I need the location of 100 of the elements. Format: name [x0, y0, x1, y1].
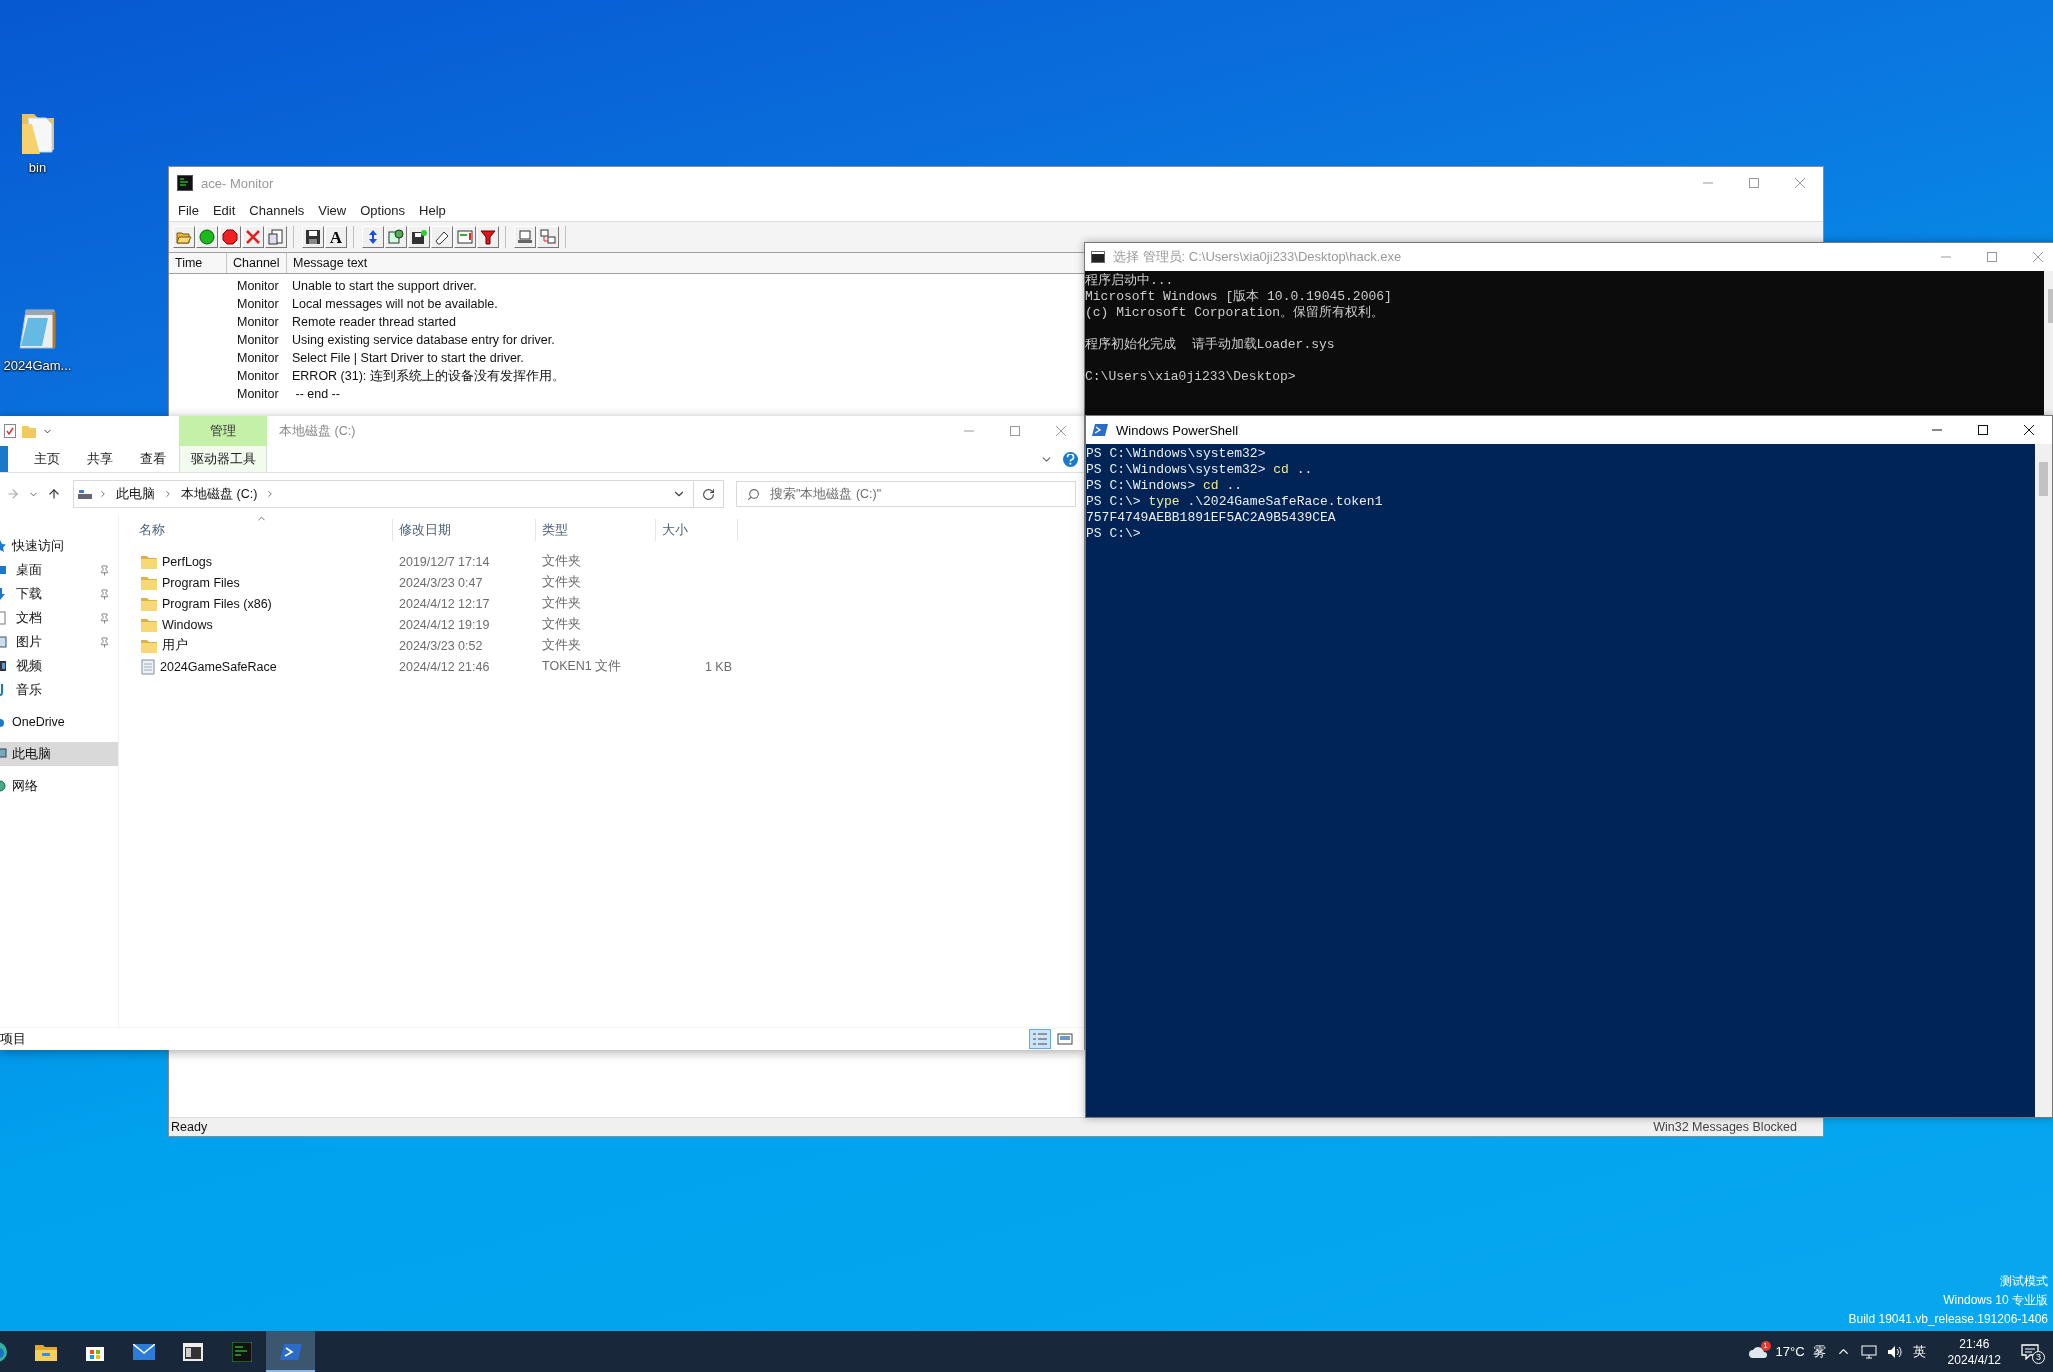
- clock[interactable]: 21:46 2024/4/12: [1943, 1335, 2005, 1368]
- nav-item[interactable]: 文档: [0, 606, 118, 630]
- autoscroll-button[interactable]: [362, 226, 384, 248]
- folder-icon: [141, 575, 157, 590]
- folder-icon: [141, 554, 157, 569]
- network-button[interactable]: [537, 226, 559, 248]
- message-cell-text: Using existing service database entry for driver.: [291, 333, 555, 347]
- window-title: ace- Monitor: [201, 175, 274, 191]
- details-view-button[interactable]: [1029, 1029, 1051, 1049]
- prompt-line: PS C:\Windows\system32>: [1086, 446, 1267, 462]
- test-mode-text: Build 19041.vb_release.191206-1406: [1848, 1311, 2048, 1328]
- file-name[interactable]: PerfLogs: [162, 554, 213, 569]
- nav-item[interactable]: 视频: [0, 654, 118, 678]
- save-button[interactable]: [302, 226, 324, 248]
- desktop-icon-label[interactable]: bin: [28, 160, 47, 175]
- save-log-button[interactable]: [408, 226, 430, 248]
- pin-icon: [99, 564, 110, 576]
- menu-item[interactable]: Options: [353, 200, 413, 220]
- ribbon-tab[interactable]: 主页: [20, 446, 73, 472]
- maximize-icon: [1987, 252, 1997, 262]
- file-name[interactable]: Program Files: [162, 575, 240, 590]
- powershell-taskbar-button[interactable]: [266, 1331, 315, 1372]
- nav-item[interactable]: 音乐: [0, 678, 118, 702]
- menu-item[interactable]: Help: [412, 200, 453, 220]
- close-icon: [2033, 252, 2043, 262]
- message-cell-text: ERROR (31): 连到系统上的设备没有发挥作用。: [291, 367, 565, 385]
- search-input[interactable]: 搜索"本地磁盘 (C:)": [768, 486, 1075, 502]
- pin-icon: [99, 612, 110, 624]
- filter-icon: [480, 229, 496, 245]
- close-icon: [2024, 425, 2034, 435]
- temperature-text: 17°C: [1775, 1344, 1805, 1359]
- ribbon-tab[interactable]: 查看: [126, 446, 179, 472]
- file-name[interactable]: Windows: [162, 617, 213, 632]
- computer-button[interactable]: [514, 226, 536, 248]
- column-header[interactable]: 名称: [133, 519, 393, 541]
- star-icon: [0, 539, 7, 553]
- address-segment[interactable]: 此电脑: [114, 485, 157, 503]
- column-header[interactable]: 修改日期: [393, 519, 536, 541]
- scrollbar[interactable]: [2035, 444, 2052, 1117]
- picture-icon: [0, 635, 7, 649]
- weather-button[interactable]: 1 17°C 雾: [1747, 1342, 1826, 1361]
- column-header[interactable]: 类型: [536, 519, 656, 541]
- terminal-icon: [177, 175, 193, 191]
- output-line: 757F4749AEBB1891EF5AC2A9B5439CEA: [1086, 510, 1337, 526]
- menu-item[interactable]: File: [171, 200, 206, 220]
- terminal-icon: [231, 1341, 252, 1362]
- desktop-icon: [0, 563, 7, 577]
- ribbon-tab[interactable]: 共享: [73, 446, 126, 472]
- tiles-view-icon: [1057, 1032, 1073, 1046]
- column-header[interactable]: Channel: [227, 253, 287, 273]
- volume-icon[interactable]: [1886, 1344, 1903, 1359]
- powershell-icon: [279, 1342, 302, 1361]
- file-name[interactable]: 2024GameSafeRace: [160, 659, 277, 674]
- text-file-icon: [141, 658, 155, 675]
- menu-item[interactable]: Channels: [242, 200, 312, 220]
- nav-item[interactable]: 下载: [0, 582, 118, 606]
- font-button[interactable]: A: [325, 226, 347, 248]
- message-cell-text: Select File | Start Driver to start the driver.: [291, 351, 524, 365]
- column-header[interactable]: Time: [169, 253, 227, 273]
- search-field[interactable]: 搜索"本地磁盘 (C:)": [736, 481, 1076, 507]
- refresh-button[interactable]: [694, 480, 724, 508]
- nav-item[interactable]: 图片: [0, 630, 118, 654]
- status-panel-text: Win32 Messages Blocked: [1653, 1120, 1797, 1134]
- delete-button[interactable]: [242, 226, 264, 248]
- prompt-line: PS C:\>: [1086, 526, 1142, 542]
- go-button[interactable]: [196, 226, 218, 248]
- capture-button[interactable]: [385, 226, 407, 248]
- eraser-button[interactable]: [431, 226, 453, 248]
- stop-button[interactable]: [219, 226, 241, 248]
- nav-item[interactable]: 快速访问: [0, 534, 118, 558]
- filter-button[interactable]: [477, 226, 499, 248]
- menu-item[interactable]: Edit: [205, 200, 243, 220]
- nav-item[interactable]: OneDrive: [0, 710, 118, 734]
- help-button[interactable]: [1063, 451, 1078, 467]
- nav-item[interactable]: 桌面: [0, 558, 118, 582]
- channel-cell-text: Monitor: [236, 279, 279, 293]
- date-cell-text: 2024/4/12 19:19: [398, 617, 491, 632]
- console-line: Microsoft Windows [版本 10.0.19045.2006]: [1085, 289, 1393, 305]
- stop-icon: [222, 229, 238, 245]
- open-button[interactable]: [173, 226, 195, 248]
- message-cell-text: Remote reader thread started: [291, 315, 456, 329]
- input-method-indicator[interactable]: 英: [1912, 1342, 1926, 1361]
- notification-icon: [2021, 1343, 2039, 1360]
- type-cell-text: 文件夹: [541, 553, 582, 570]
- nav-item[interactable]: 此电脑: [0, 742, 118, 766]
- desktop-icon-label[interactable]: 2024Gam...: [3, 358, 72, 373]
- file-name[interactable]: Program Files (x86): [162, 596, 272, 611]
- ribbon-tab[interactable]: 驱动器工具: [179, 446, 267, 472]
- nav-item[interactable]: 网络: [0, 774, 118, 798]
- properties-button[interactable]: [265, 226, 287, 248]
- column-header[interactable]: 大小: [656, 519, 738, 541]
- date-text: 2024/4/12: [1947, 1351, 2001, 1368]
- date-cell-text: 2024/4/12 21:46: [398, 659, 491, 674]
- column-header[interactable]: Message text: [287, 253, 374, 273]
- file-name[interactable]: 用户: [162, 637, 188, 654]
- address-bar[interactable]: 此电脑 本地磁盘 (C:): [73, 480, 694, 508]
- menu-item[interactable]: View: [311, 200, 354, 220]
- highlight-button[interactable]: [454, 226, 476, 248]
- console-line: (c) Microsoft Corporation。保留所有权利。: [1085, 305, 1386, 321]
- address-segment[interactable]: 本地磁盘 (C:): [179, 485, 260, 503]
